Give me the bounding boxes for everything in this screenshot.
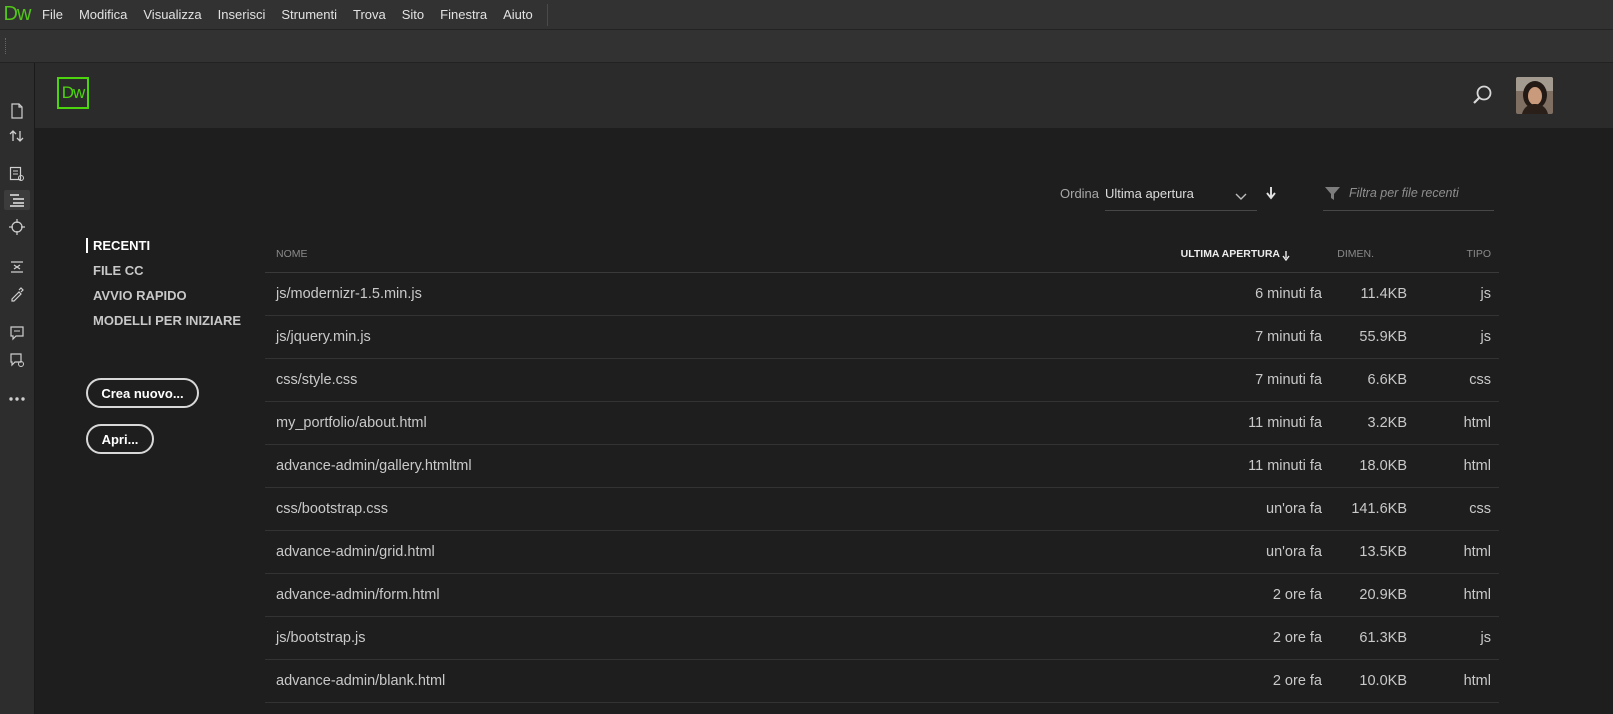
nav-file-cc[interactable]: FILE CC [86, 263, 144, 278]
create-new-button[interactable]: Crea nuovo... [86, 378, 199, 408]
file-type: css [1469, 372, 1491, 388]
menu-trova[interactable]: Trova [345, 0, 394, 30]
menu-finestra[interactable]: Finestra [432, 0, 495, 30]
table-row[interactable]: advance-admin/grid.html un'ora fa 13.5KB… [265, 531, 1499, 574]
file-time: 2 ore fa [1272, 587, 1322, 603]
file-name: my_portfolio/about.html [276, 415, 427, 431]
table-row[interactable]: css/bootstrap.css un'ora fa 141.6KB css [265, 488, 1499, 531]
file-name: advance-admin/blank.html [276, 673, 446, 689]
file-size: 20.9KB [1359, 587, 1407, 603]
table-row[interactable]: advance-admin/gallery.htmltml 11 minuti … [265, 445, 1499, 488]
sort-label: Ordina [1060, 186, 1100, 201]
sort-direction-arrow-icon[interactable] [1265, 186, 1277, 205]
open-button[interactable]: Apri... [86, 424, 154, 454]
nav-avvio-rapido[interactable]: AVVIO RAPIDO [86, 288, 187, 303]
file-size: 13.5KB [1359, 544, 1407, 560]
file-type: html [1463, 587, 1491, 603]
file-name: css/style.css [276, 372, 358, 388]
file-type: js [1480, 286, 1491, 302]
dw-logo: Dw [57, 77, 89, 109]
menu-file[interactable]: File [34, 0, 71, 30]
comment-settings-icon[interactable] [7, 350, 27, 370]
target-icon[interactable] [7, 217, 27, 237]
file-time: 11 minuti fa [1248, 458, 1322, 474]
new-document-icon[interactable] [7, 101, 27, 121]
table-row[interactable]: my_portfolio/about.html 11 minuti fa 3.2… [265, 402, 1499, 445]
file-type: js [1480, 630, 1491, 646]
toolbar-grip[interactable] [5, 38, 8, 54]
file-name: advance-admin/gallery.htmltml [276, 458, 472, 474]
tools-sidebar [0, 63, 35, 714]
menu-sito[interactable]: Sito [394, 0, 432, 30]
file-size: 11.4KB [1360, 286, 1408, 302]
table-row[interactable]: advance-admin/blank.html 2 ore fa 10.0KB… [265, 660, 1499, 703]
file-type: html [1463, 673, 1491, 689]
filter-input[interactable] [1349, 183, 1491, 203]
file-type: html [1463, 458, 1491, 474]
file-name: js/bootstrap.js [276, 630, 366, 646]
file-transfer-icon[interactable] [7, 126, 27, 146]
file-type: css [1469, 501, 1491, 517]
file-size: 141.6KB [1351, 501, 1407, 517]
file-name: css/bootstrap.css [276, 501, 389, 517]
file-type: html [1463, 544, 1491, 560]
column-header-last-opened[interactable]: ULTIMA APERTURA [1181, 248, 1280, 260]
file-time: un'ora fa [1266, 501, 1322, 517]
column-header-size[interactable]: DIMEN. [1337, 248, 1374, 260]
file-name: advance-admin/form.html [276, 587, 440, 603]
file-name: js/jquery.min.js [276, 329, 371, 345]
menu-divider [546, 3, 548, 26]
app-logo: Dw [3, 3, 32, 25]
search-icon[interactable] [1472, 84, 1494, 106]
file-name: js/modernizr-1.5.min.js [276, 286, 422, 302]
avatar[interactable] [1516, 77, 1553, 114]
menu-modifica[interactable]: Modifica [71, 0, 135, 30]
file-size: 3.2KB [1367, 415, 1408, 431]
file-time: 2 ore fa [1272, 673, 1322, 689]
table-row[interactable]: js/bootstrap.js 2 ore fa 61.3KB js [265, 617, 1499, 660]
sort-value[interactable]: Ultima apertura [1105, 186, 1194, 201]
menu-aiuto[interactable]: Aiuto [495, 0, 541, 30]
table-row[interactable]: advance-admin/form.html 2 ore fa 20.9KB … [265, 574, 1499, 617]
file-type: js [1480, 329, 1491, 345]
file-time: 2 ore fa [1272, 630, 1322, 646]
more-tools-icon[interactable] [7, 389, 27, 409]
document-toolbar [0, 30, 1613, 63]
expand-collapse-icon[interactable] [7, 257, 27, 277]
comment-icon[interactable] [7, 323, 27, 343]
file-time: 11 minuti fa [1248, 415, 1322, 431]
file-size: 18.0KB [1359, 458, 1407, 474]
code-format-icon[interactable] [4, 190, 30, 210]
file-size: 10.0KB [1359, 673, 1407, 689]
file-time: 6 minuti fa [1255, 286, 1322, 302]
nav-recenti[interactable]: RECENTI [86, 238, 150, 253]
column-header-name[interactable]: NOME [276, 248, 308, 260]
file-type: html [1463, 415, 1491, 431]
menu-inserisci[interactable]: Inserisci [210, 0, 274, 30]
menu-strumenti[interactable]: Strumenti [273, 0, 345, 30]
column-header-type[interactable]: TIPO [1466, 248, 1491, 260]
table-row[interactable]: js/modernizr-1.5.min.js 6 minuti fa 11.4… [265, 273, 1499, 316]
file-size: 61.3KB [1359, 630, 1407, 646]
menu-visualizza[interactable]: Visualizza [135, 0, 209, 30]
sort-arrow-down-icon [1282, 248, 1290, 266]
table-row[interactable]: js/jquery.min.js 7 minuti fa 55.9KB js [265, 316, 1499, 359]
start-header: Dw [35, 63, 1613, 128]
table-row[interactable]: css/style.css 7 minuti fa 6.6KB css [265, 359, 1499, 402]
file-time: 7 minuti fa [1255, 372, 1322, 388]
file-size: 6.6KB [1367, 372, 1408, 388]
filter-icon [1325, 186, 1340, 206]
file-size: 55.9KB [1359, 329, 1407, 345]
live-view-icon[interactable] [7, 164, 27, 184]
nav-modelli[interactable]: MODELLI PER INIZIARE [86, 313, 241, 328]
file-name: advance-admin/grid.html [276, 544, 435, 560]
chevron-down-icon[interactable] [1235, 188, 1247, 206]
file-time: un'ora fa [1266, 544, 1322, 560]
menu-bar: Dw File Modifica Visualizza Inserisci St… [0, 0, 1613, 30]
file-time: 7 minuti fa [1255, 329, 1322, 345]
eyedropper-icon[interactable] [7, 284, 27, 304]
